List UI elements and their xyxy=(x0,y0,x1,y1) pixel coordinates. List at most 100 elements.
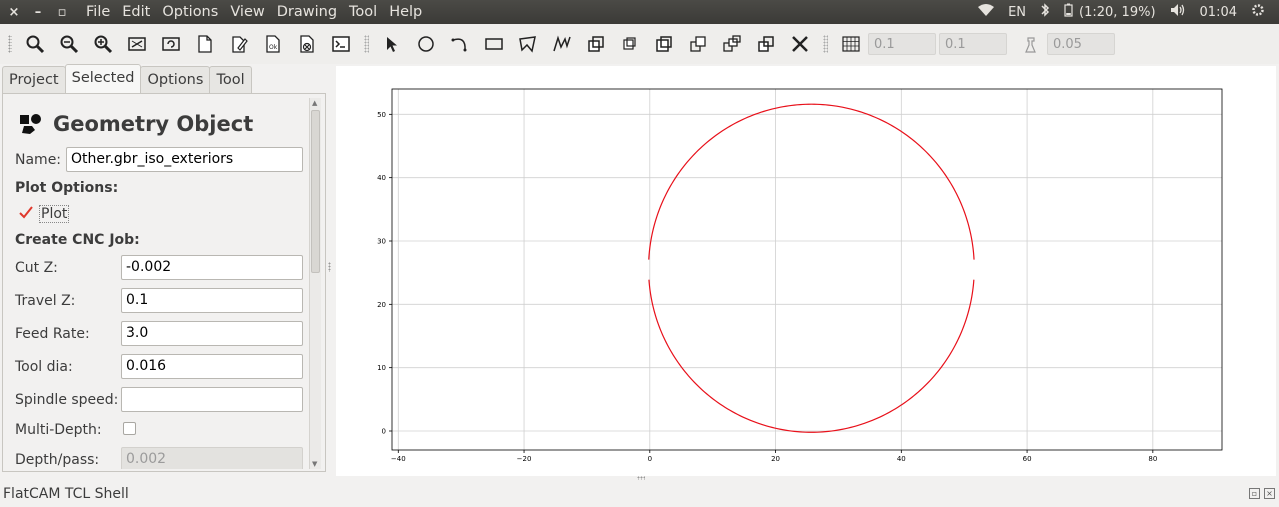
zoom-out-button[interactable] xyxy=(54,30,84,58)
rectangle-icon xyxy=(485,38,503,50)
checkmark-icon xyxy=(19,206,33,219)
move-objects-button[interactable] xyxy=(581,30,611,58)
keyboard-language-indicator[interactable]: EN xyxy=(1008,5,1026,20)
dock-float-button[interactable]: ▫ xyxy=(1249,488,1260,499)
toolbar-separator xyxy=(823,35,828,53)
depth-pass-input[interactable]: 0.002 xyxy=(121,447,303,469)
tcl-shell-dock: FlatCAM TCL Shell ▫ × xyxy=(0,483,1279,507)
svg-text:Ok: Ok xyxy=(269,44,278,51)
bluetooth-icon[interactable] xyxy=(1040,3,1050,21)
grid-icon xyxy=(842,36,860,52)
menu-help[interactable]: Help xyxy=(383,4,428,20)
menu-drawing[interactable]: Drawing xyxy=(271,4,343,20)
maximize-window-button[interactable]: ▫ xyxy=(50,5,74,20)
tcl-shell-button[interactable] xyxy=(326,30,356,58)
menu-view[interactable]: View xyxy=(224,4,270,20)
battery-icon[interactable] xyxy=(1064,3,1073,21)
menu-tool[interactable]: Tool xyxy=(343,4,383,20)
union-button[interactable] xyxy=(649,30,679,58)
feed-rate-input[interactable]: 3.0 xyxy=(121,321,303,346)
minimize-window-button[interactable]: – xyxy=(26,5,50,20)
update-geometry-button[interactable]: Ok xyxy=(258,30,288,58)
gear-icon[interactable] xyxy=(1251,3,1265,21)
menu-edit[interactable]: Edit xyxy=(116,4,156,20)
snap-grid-button[interactable] xyxy=(836,30,866,58)
plot-options-header: Plot Options: xyxy=(15,180,119,196)
clock[interactable]: 01:04 xyxy=(1200,5,1237,20)
draw-rectangle-button[interactable] xyxy=(479,30,509,58)
close-window-button[interactable]: × xyxy=(2,5,26,20)
x-tick-label: 60 xyxy=(1023,455,1032,463)
toolbar-handle[interactable] xyxy=(8,35,12,53)
dock-close-button[interactable]: × xyxy=(1264,488,1275,499)
zoom-in-button[interactable] xyxy=(88,30,118,58)
panel-scrollbar[interactable]: ▲ ▼ xyxy=(309,98,321,469)
grid-x-input[interactable]: 0.1 xyxy=(868,33,936,55)
x-tick-label: 80 xyxy=(1148,455,1157,463)
arc-icon xyxy=(451,38,467,52)
create-cnc-job-header: Create CNC Job: xyxy=(15,232,140,248)
horizontal-splitter-handle[interactable] xyxy=(637,476,645,480)
dock-controls: ▫ × xyxy=(1249,488,1275,499)
polygon-icon xyxy=(519,36,536,53)
scrollbar-thumb[interactable] xyxy=(311,110,320,273)
tab-tool[interactable]: Tool xyxy=(209,66,252,93)
edit-geometry-button[interactable] xyxy=(224,30,254,58)
vertical-splitter-handle[interactable] xyxy=(328,262,331,272)
menu-options[interactable]: Options xyxy=(156,4,224,20)
x-tick-label: 20 xyxy=(771,455,780,463)
x-tick-label: 40 xyxy=(897,455,906,463)
draw-polygon-button[interactable] xyxy=(513,30,543,58)
snap-max-input[interactable]: 0.05 xyxy=(1047,33,1115,55)
y-tick-label: 40 xyxy=(377,174,386,182)
y-tick-label: 30 xyxy=(377,238,386,246)
subtraction-button[interactable] xyxy=(717,30,747,58)
edit-document-icon xyxy=(232,36,248,53)
copy-objects-button[interactable] xyxy=(615,30,645,58)
scroll-up-arrow[interactable]: ▲ xyxy=(312,99,317,107)
tab-project[interactable]: Project xyxy=(2,66,66,93)
spindle-speed-input[interactable] xyxy=(121,387,303,412)
object-name-input[interactable]: Other.gbr_iso_exteriors xyxy=(66,147,303,172)
grid-y-input[interactable]: 0.1 xyxy=(939,33,1007,55)
draw-path-button[interactable] xyxy=(547,30,577,58)
plot-figure[interactable]: −40 −20 0 20 40 60 80 0 10 20 30 40 50 xyxy=(336,66,1276,476)
new-project-button[interactable] xyxy=(190,30,220,58)
cut-path-button[interactable] xyxy=(751,30,781,58)
draw-arc-button[interactable] xyxy=(445,30,475,58)
top-menu-bar: × – ▫ File Edit Options View Drawing Too… xyxy=(0,0,1279,24)
replot-button[interactable] xyxy=(156,30,186,58)
wifi-icon[interactable] xyxy=(978,4,995,20)
path-icon xyxy=(553,35,571,52)
intersection-button[interactable] xyxy=(683,30,713,58)
snap-corner-button[interactable] xyxy=(1015,30,1045,58)
clear-plot-button[interactable] xyxy=(122,30,152,58)
delete-shape-button[interactable] xyxy=(785,30,815,58)
selected-object-panel: Geometry Object Name: Other.gbr_iso_exte… xyxy=(2,93,326,472)
battery-status-text: (1:20, 19%) xyxy=(1079,4,1156,20)
zoom-out-icon xyxy=(60,35,79,54)
draw-circle-button[interactable] xyxy=(411,30,441,58)
tab-selected[interactable]: Selected xyxy=(64,64,142,93)
travel-z-input[interactable]: 0.1 xyxy=(121,288,303,313)
plot-canvas[interactable]: −40 −20 0 20 40 60 80 0 10 20 30 40 50 xyxy=(336,66,1276,476)
union-icon xyxy=(656,36,672,52)
spindle-speed-label: Spindle speed: xyxy=(15,392,119,408)
tab-options[interactable]: Options xyxy=(140,66,211,93)
volume-icon[interactable] xyxy=(1170,3,1186,21)
menu-file[interactable]: File xyxy=(80,4,116,20)
select-tool-button[interactable] xyxy=(377,30,407,58)
cut-z-input[interactable]: -0.002 xyxy=(121,255,303,280)
object-title-text: Geometry Object xyxy=(53,112,254,136)
copy-icon xyxy=(623,37,636,50)
zoom-fit-button[interactable] xyxy=(20,30,50,58)
scroll-down-arrow[interactable]: ▼ xyxy=(312,460,317,468)
cut-z-label: Cut Z: xyxy=(15,260,58,276)
plot-checkbox[interactable] xyxy=(18,205,34,224)
multi-depth-checkbox[interactable] xyxy=(123,422,136,435)
terminal-icon xyxy=(332,36,350,52)
tool-dia-input[interactable]: 0.016 xyxy=(121,354,303,379)
delete-object-button[interactable] xyxy=(292,30,322,58)
plot-checkbox-label[interactable]: Plot xyxy=(39,205,70,223)
axes-background xyxy=(392,89,1222,450)
